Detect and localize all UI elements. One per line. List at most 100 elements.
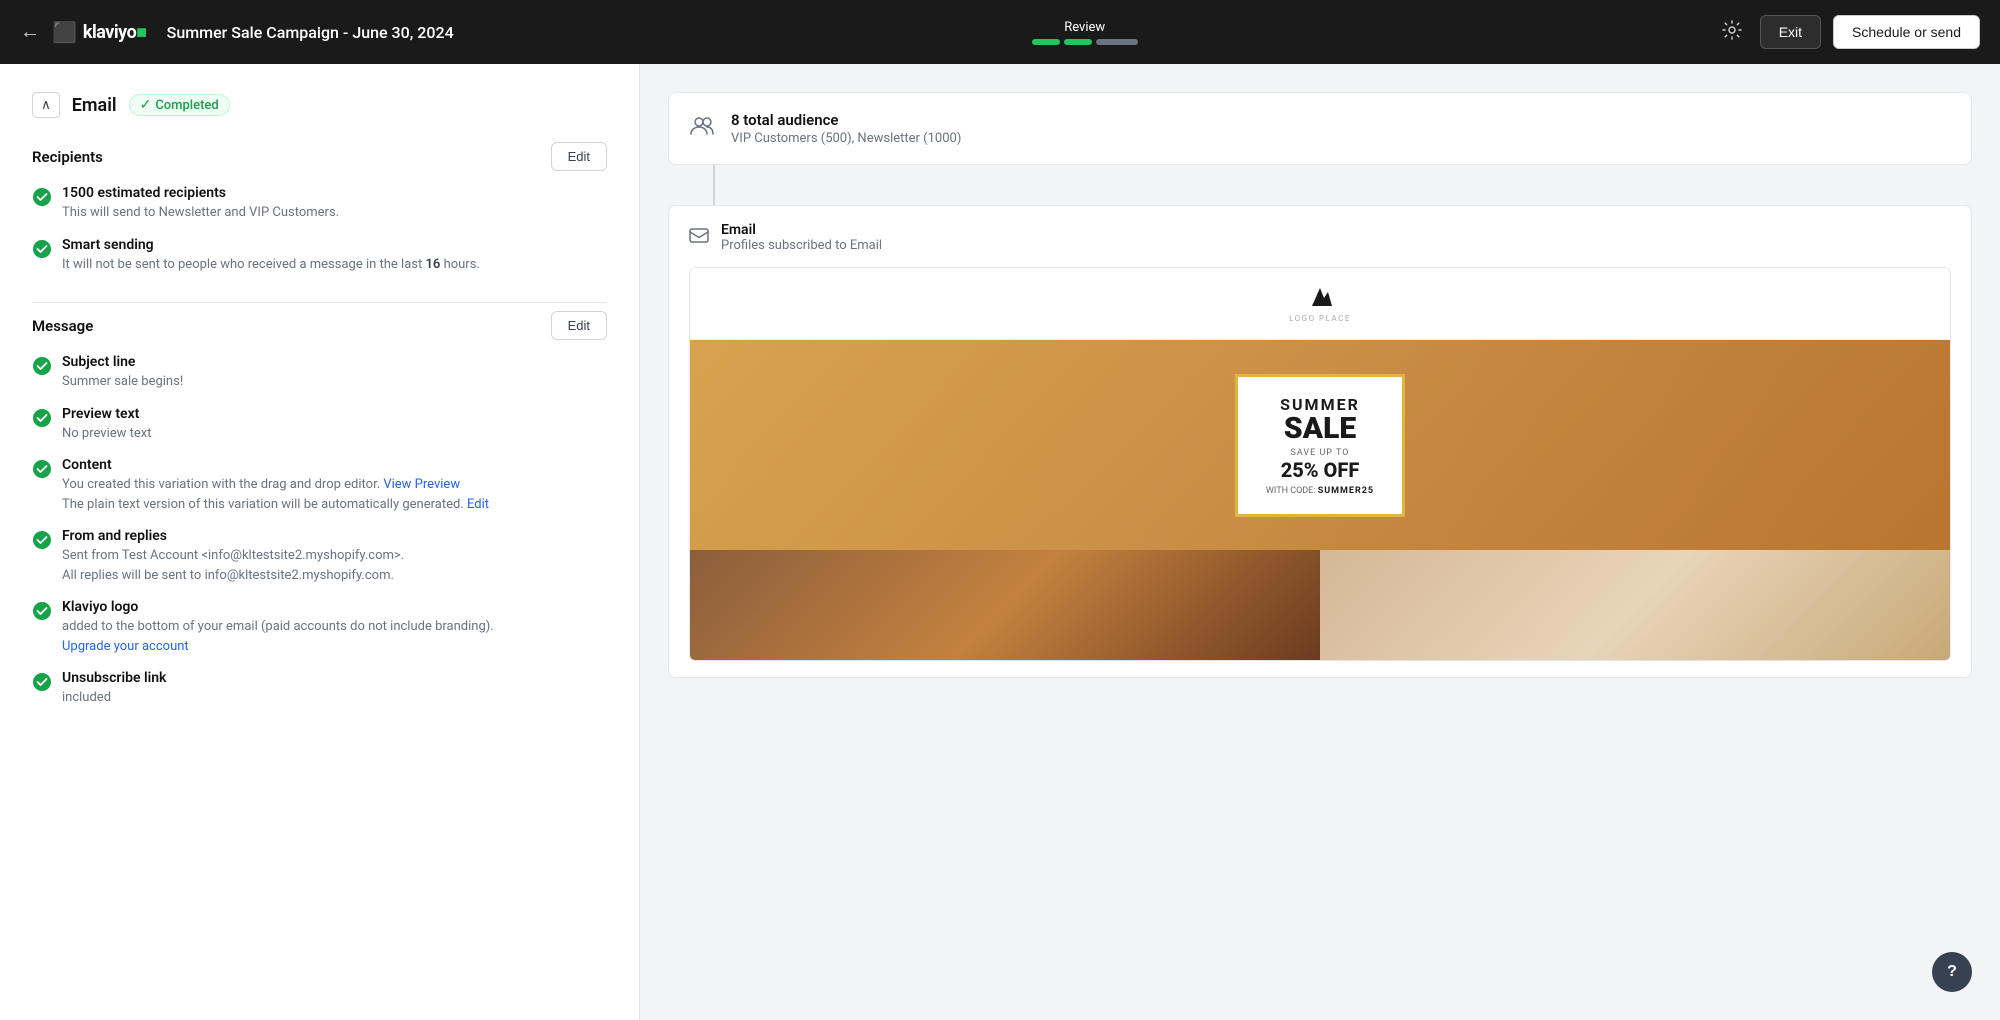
recipients-edit-button[interactable]: Edit: [551, 142, 607, 171]
from-replies-sub: Sent from Test Account <info@kltestsite2…: [62, 546, 404, 585]
preview-percent-text: 25% OFF: [1266, 458, 1374, 482]
estimated-recipients-item: 1500 estimated recipients This will send…: [32, 185, 607, 223]
smart-sending-sub: It will not be sent to people who receiv…: [62, 255, 480, 275]
schedule-send-button[interactable]: Schedule or send: [1833, 15, 1980, 49]
recipients-section: Recipients Edit 1500 estimated recipient…: [32, 142, 607, 274]
audience-icon: [689, 112, 717, 146]
content-edit-link[interactable]: Edit: [467, 497, 489, 512]
preview-logo-area: LOGO PLACE: [690, 268, 1950, 340]
step-2: [1064, 39, 1092, 45]
check-icon-2: [32, 239, 52, 263]
klaviyo-logo-sub: added to the bottom of your email (paid …: [62, 617, 494, 656]
upgrade-account-link[interactable]: Upgrade your account: [62, 639, 189, 654]
content-item: Content You created this variation with …: [32, 457, 607, 514]
check-icon-7: [32, 601, 52, 625]
smart-sending-content: Smart sending It will not be sent to peo…: [62, 237, 480, 275]
email-preview: LOGO PLACE SUMMER SALE SAVE UP TO 25% OF…: [689, 267, 1951, 661]
preview-sale-text: SALE: [1266, 414, 1374, 444]
preview-save-text: SAVE UP TO: [1266, 448, 1374, 458]
help-button[interactable]: ?: [1932, 952, 1972, 992]
preview-text-content: Preview text No preview text: [62, 406, 152, 444]
exit-button[interactable]: Exit: [1760, 15, 1821, 49]
logo-svg: [1304, 284, 1336, 312]
audience-info: 8 total audience VIP Customers (500), Ne…: [731, 111, 961, 146]
unsubscribe-item: Unsubscribe link included: [32, 670, 607, 708]
klaviyo-logo-content: Klaviyo logo added to the bottom of your…: [62, 599, 494, 656]
email-channel-title: Email: [721, 222, 882, 238]
collapse-icon: ∧: [41, 97, 51, 112]
estimated-recipients-label: 1500 estimated recipients: [62, 185, 339, 201]
estimated-recipients-content: 1500 estimated recipients This will send…: [62, 185, 339, 223]
preview-sale-box: SUMMER SALE SAVE UP TO 25% OFF WITH CODE…: [1235, 374, 1405, 517]
message-section: Message Edit Subject line Summer sale be…: [32, 311, 607, 708]
email-section-title: Email: [72, 95, 117, 116]
left-panel: ∧ Email ✓ Completed Recipients Edit 1500…: [0, 64, 640, 1020]
top-navigation: ← ⬛ klaviyo■ Summer Sale Campaign - June…: [0, 0, 2000, 64]
logo-icon: ⬛: [52, 20, 77, 44]
smart-sending-item: Smart sending It will not be sent to peo…: [32, 237, 607, 275]
klaviyo-logo-item: Klaviyo logo added to the bottom of your…: [32, 599, 607, 656]
flow-connector: [713, 165, 715, 205]
preview-bottom-images: [690, 550, 1950, 660]
recipients-title: Recipients: [32, 148, 103, 166]
check-icon-1: [32, 187, 52, 211]
audience-title: 8 total audience: [731, 111, 961, 129]
review-label: Review: [1064, 20, 1105, 35]
content-sub: You created this variation with the drag…: [62, 475, 489, 514]
back-button[interactable]: ←: [20, 21, 40, 44]
recipients-header: Recipients Edit: [32, 142, 607, 171]
email-header: ∧ Email ✓ Completed: [32, 92, 607, 118]
nav-left: ← ⬛ klaviyo■ Summer Sale Campaign - June…: [20, 20, 454, 44]
preview-text-sub: No preview text: [62, 424, 152, 444]
unsubscribe-label: Unsubscribe link: [62, 670, 166, 686]
settings-button[interactable]: [1716, 14, 1748, 51]
right-panel: 8 total audience VIP Customers (500), Ne…: [640, 64, 2000, 1020]
nav-center: Review: [474, 20, 1696, 45]
preview-main-image: SUMMER SALE SAVE UP TO 25% OFF WITH CODE…: [690, 340, 1950, 550]
check-icon-6: [32, 530, 52, 554]
klaviyo-logo: ⬛ klaviyo■: [52, 20, 147, 44]
preview-text-label: Preview text: [62, 406, 152, 422]
preview-product-image-right: [1320, 550, 1950, 660]
preview-product-image-left: [690, 550, 1320, 660]
unsubscribe-content: Unsubscribe link included: [62, 670, 166, 708]
step-3: [1096, 39, 1138, 45]
estimated-recipients-sub: This will send to Newsletter and VIP Cus…: [62, 203, 339, 223]
settings-icon: [1722, 20, 1742, 40]
collapse-button[interactable]: ∧: [32, 92, 60, 118]
klaviyo-logo-label: Klaviyo logo: [62, 599, 494, 615]
completed-label: Completed: [155, 98, 218, 113]
check-icon-5: [32, 459, 52, 483]
nav-right: Exit Schedule or send: [1716, 14, 1980, 51]
subject-line-label: Subject line: [62, 354, 183, 370]
main-layout: ∧ Email ✓ Completed Recipients Edit 1500…: [0, 64, 2000, 1020]
check-icon-8: [32, 672, 52, 696]
code-prefix: WITH CODE:: [1266, 486, 1318, 496]
preview-logo: LOGO PLACE: [1289, 284, 1351, 323]
logo-place-text: LOGO PLACE: [1289, 314, 1351, 323]
subject-line-content: Subject line Summer sale begins!: [62, 354, 183, 392]
email-card-header: Email Profiles subscribed to Email: [689, 222, 1951, 253]
logo-text: klaviyo■: [83, 22, 147, 43]
from-replies-content: From and replies Sent from Test Account …: [62, 528, 404, 585]
check-icon-3: [32, 356, 52, 380]
email-icon: [689, 225, 709, 250]
preview-code-text: WITH CODE: SUMMER25: [1266, 486, 1374, 496]
audience-sub: VIP Customers (500), Newsletter (1000): [731, 131, 961, 146]
campaign-title: Summer Sale Campaign - June 30, 2024: [167, 23, 454, 42]
subject-line-item: Subject line Summer sale begins!: [32, 354, 607, 392]
email-channel-card: Email Profiles subscribed to Email LOGO …: [668, 205, 1972, 678]
message-title: Message: [32, 317, 93, 335]
section-divider: [32, 302, 607, 303]
completed-badge: ✓ Completed: [129, 94, 230, 116]
check-icon: ✓: [140, 97, 152, 113]
message-header: Message Edit: [32, 311, 607, 340]
email-channel-info: Email Profiles subscribed to Email: [721, 222, 882, 253]
step-1: [1032, 39, 1060, 45]
check-icon-4: [32, 408, 52, 432]
view-preview-link[interactable]: View Preview: [383, 477, 460, 492]
content-content: Content You created this variation with …: [62, 457, 489, 514]
message-edit-button[interactable]: Edit: [551, 311, 607, 340]
preview-text-item: Preview text No preview text: [32, 406, 607, 444]
progress-steps: [1032, 39, 1138, 45]
